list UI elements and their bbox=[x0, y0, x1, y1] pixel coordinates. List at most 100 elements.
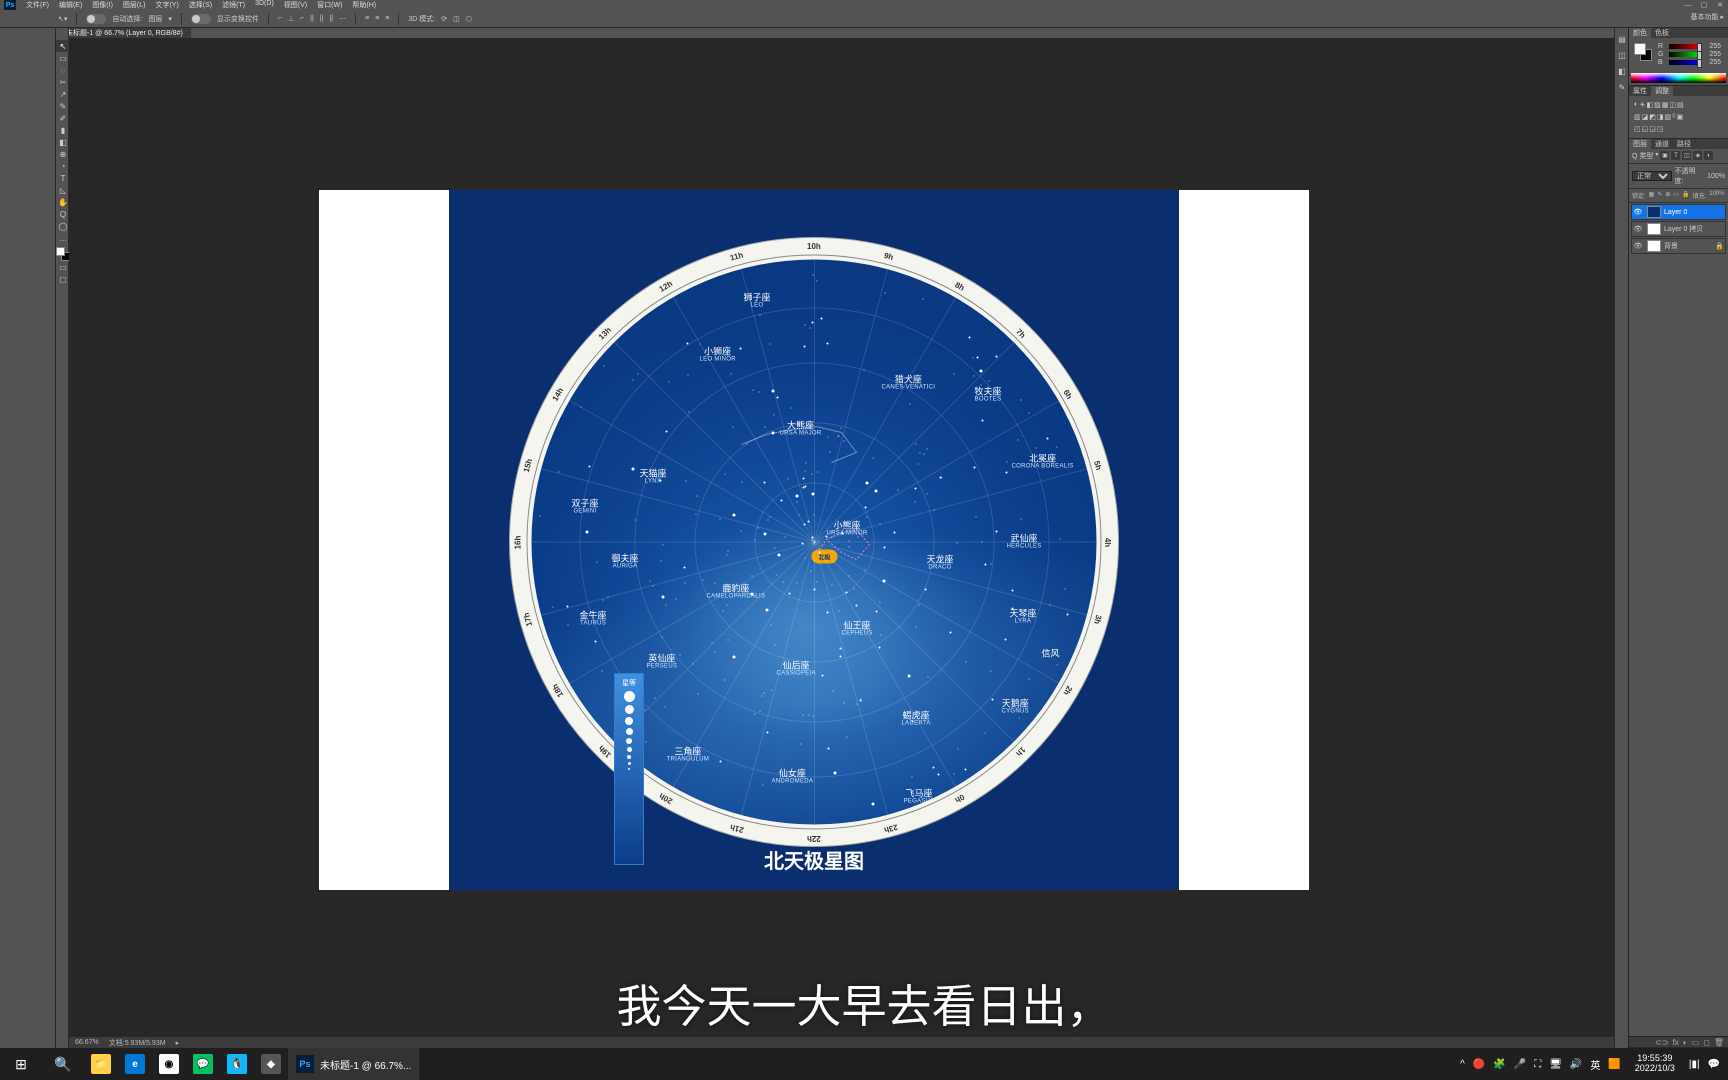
tray-display-icon[interactable]: 🖥 bbox=[1549, 1059, 1562, 1070]
lasso-tool[interactable]: ◌ bbox=[56, 64, 70, 76]
tray-chevron-icon[interactable]: ^ bbox=[1460, 1059, 1465, 1070]
start-button[interactable]: ⊞ bbox=[0, 1048, 42, 1080]
filter-shape-icon[interactable]: ◈ bbox=[1693, 151, 1702, 160]
auto-select-dropdown[interactable]: 图层 bbox=[148, 14, 162, 24]
search-button[interactable]: 🔍 bbox=[42, 1048, 84, 1080]
pen-tool[interactable]: ◔ bbox=[56, 160, 70, 172]
threed-icon[interactable]: ⬡ bbox=[466, 15, 472, 23]
adj-icon[interactable]: ◰ bbox=[1634, 125, 1641, 133]
tab-paths[interactable]: 路径 bbox=[1673, 139, 1695, 149]
taskbar-photoshop[interactable]: Ps 未标题-1 @ 66.7%... bbox=[288, 1048, 419, 1080]
align-icon[interactable]: ⌐ bbox=[278, 15, 282, 22]
tab-properties[interactable]: 属性 bbox=[1629, 86, 1651, 96]
tab-channels[interactable]: 通道 bbox=[1651, 139, 1673, 149]
canvas-area[interactable]: 北极 狮子座LEO小狮座LEO MINOR猎犬座CANES VENATICI牧夫… bbox=[69, 38, 1628, 1048]
ellipse-tool[interactable]: ◯ bbox=[56, 220, 70, 232]
visibility-toggle[interactable]: 👁 bbox=[1632, 242, 1644, 250]
taskbar-app-qq[interactable]: 🐧 bbox=[220, 1048, 254, 1080]
layer-item[interactable]: 👁Layer 0 拷贝 bbox=[1631, 221, 1726, 237]
minimize-button[interactable]: — bbox=[1680, 0, 1696, 10]
taskbar-app-chrome[interactable]: ◉ bbox=[152, 1048, 186, 1080]
screenmode-tool[interactable]: ◻ bbox=[56, 273, 70, 285]
adj-icon[interactable]: ◲ bbox=[1649, 125, 1656, 133]
slider-g[interactable]: G255 bbox=[1658, 51, 1721, 58]
menu-view[interactable]: 视图(V) bbox=[280, 0, 311, 10]
gradient-tool[interactable]: ◧ bbox=[56, 136, 70, 148]
distribute-icon[interactable]: ≡ bbox=[365, 15, 369, 22]
color-swatch[interactable] bbox=[56, 247, 70, 261]
eyedropper-tool[interactable]: ↗ bbox=[56, 88, 70, 100]
path-tool[interactable]: ◺ bbox=[56, 184, 70, 196]
layer-item[interactable]: 👁Layer 0 bbox=[1631, 204, 1726, 220]
lock-icon[interactable]: ▭ bbox=[1673, 191, 1679, 200]
zoom-level[interactable]: 66.67% bbox=[75, 1039, 99, 1046]
maximize-button[interactable]: ▢ bbox=[1696, 0, 1712, 10]
menu-select[interactable]: 选择(S) bbox=[185, 0, 216, 10]
lock-icon[interactable]: ⊕ bbox=[1665, 191, 1670, 200]
chevron-down-icon[interactable]: ▾ bbox=[1655, 151, 1658, 161]
adj-icon[interactable]: ▤ bbox=[1677, 101, 1684, 109]
edit-toolbar[interactable]: … bbox=[56, 232, 70, 244]
collapsed-panel-icon[interactable]: ▤ bbox=[1615, 32, 1629, 46]
document-tab[interactable]: 未标题-1 @ 66.7% (Layer 0, RGB/8#) bbox=[58, 28, 191, 38]
tray-project-icon[interactable]: ⛶ bbox=[1534, 1059, 1541, 1070]
adj-icon[interactable]: ▣ bbox=[1677, 113, 1684, 121]
taskbar-app-wechat[interactable]: 💬 bbox=[186, 1048, 220, 1080]
new-group-icon[interactable]: ▭ bbox=[1692, 1038, 1700, 1047]
lock-icon[interactable]: ✎ bbox=[1657, 191, 1662, 200]
align-icon[interactable]: ⊥ bbox=[288, 15, 294, 23]
align-icon[interactable]: || bbox=[320, 15, 324, 22]
workspace-switcher[interactable]: 基本功能 ▸ bbox=[1691, 12, 1724, 22]
menu-filter[interactable]: 滤镜(T) bbox=[218, 0, 249, 10]
adj-icon[interactable]: ◩ bbox=[1649, 113, 1656, 121]
menu-file[interactable]: 文件(F) bbox=[22, 0, 53, 10]
collapsed-panel-icon[interactable]: ✎ bbox=[1615, 80, 1629, 94]
menu-image[interactable]: 图像(I) bbox=[88, 0, 117, 10]
type-tool[interactable]: T bbox=[56, 172, 70, 184]
menu-help[interactable]: 帮助(H) bbox=[348, 0, 380, 10]
crop-tool[interactable]: ✂ bbox=[56, 76, 70, 88]
threed-icon[interactable]: ◫ bbox=[453, 15, 460, 23]
adj-icon[interactable]: ◳ bbox=[1657, 125, 1664, 133]
adj-icon[interactable]: ◨ bbox=[1657, 113, 1664, 121]
tray-icon[interactable]: 🔴 bbox=[1473, 1059, 1485, 1070]
adj-icon[interactable]: ◊ bbox=[1672, 113, 1675, 121]
adj-icon[interactable]: ▨ bbox=[1654, 101, 1661, 109]
marquee-tool[interactable]: ▭ bbox=[56, 52, 70, 64]
foreground-color[interactable] bbox=[56, 247, 65, 256]
align-icon[interactable]: || bbox=[329, 15, 333, 22]
adj-icon[interactable]: ▦ bbox=[1662, 101, 1669, 109]
adj-icon[interactable]: ◱ bbox=[1642, 125, 1649, 133]
link-layers-icon[interactable]: ⊂⊃ bbox=[1655, 1038, 1668, 1047]
adj-icon[interactable]: ▥ bbox=[1634, 113, 1641, 121]
adj-icon[interactable]: ◫ bbox=[1669, 101, 1676, 109]
tray-side-icon[interactable]: |▮| bbox=[1689, 1059, 1700, 1070]
menu-type[interactable]: 文字(Y) bbox=[151, 0, 182, 10]
tab-swatches[interactable]: 色板 bbox=[1651, 28, 1673, 38]
color-spectrum[interactable] bbox=[1631, 73, 1726, 83]
lock-icon[interactable]: 🔒 bbox=[1682, 191, 1689, 200]
collapsed-panel-icon[interactable]: ◫ bbox=[1615, 48, 1629, 62]
tray-icon[interactable]: 🧩 bbox=[1493, 1059, 1505, 1070]
distribute-icon[interactable]: ≡ bbox=[375, 15, 379, 22]
color-chip[interactable] bbox=[1634, 43, 1652, 61]
zoom-tool[interactable]: Q bbox=[56, 208, 70, 220]
adj-icon[interactable]: ☀ bbox=[1639, 101, 1645, 109]
filter-adjust-icon[interactable]: ◫ bbox=[1682, 151, 1691, 160]
close-button[interactable]: ✕ bbox=[1712, 0, 1728, 10]
tray-mic-icon[interactable]: 🎤 bbox=[1514, 1059, 1526, 1070]
blend-mode-select[interactable]: 正常 bbox=[1632, 171, 1672, 181]
filter-pixel-icon[interactable]: ▣ bbox=[1660, 151, 1669, 160]
quickmask-tool[interactable]: ▭ bbox=[56, 261, 70, 273]
adj-icon[interactable]: ◐ bbox=[1634, 101, 1638, 109]
threed-icon[interactable]: ⟳ bbox=[441, 15, 447, 23]
tab-adjustments[interactable]: 调整 bbox=[1651, 86, 1673, 96]
adj-icon[interactable]: ▧ bbox=[1665, 113, 1672, 121]
filter-type-icon[interactable]: T bbox=[1671, 151, 1680, 160]
lock-icon[interactable]: ▦ bbox=[1649, 191, 1655, 200]
move-tool[interactable]: ↖ bbox=[56, 40, 70, 52]
slider-r[interactable]: R255 bbox=[1658, 43, 1721, 50]
new-layer-icon[interactable]: ◻ bbox=[1703, 1038, 1710, 1047]
menu-3d[interactable]: 3D(D) bbox=[251, 0, 278, 10]
clone-tool[interactable]: ▮ bbox=[56, 124, 70, 136]
